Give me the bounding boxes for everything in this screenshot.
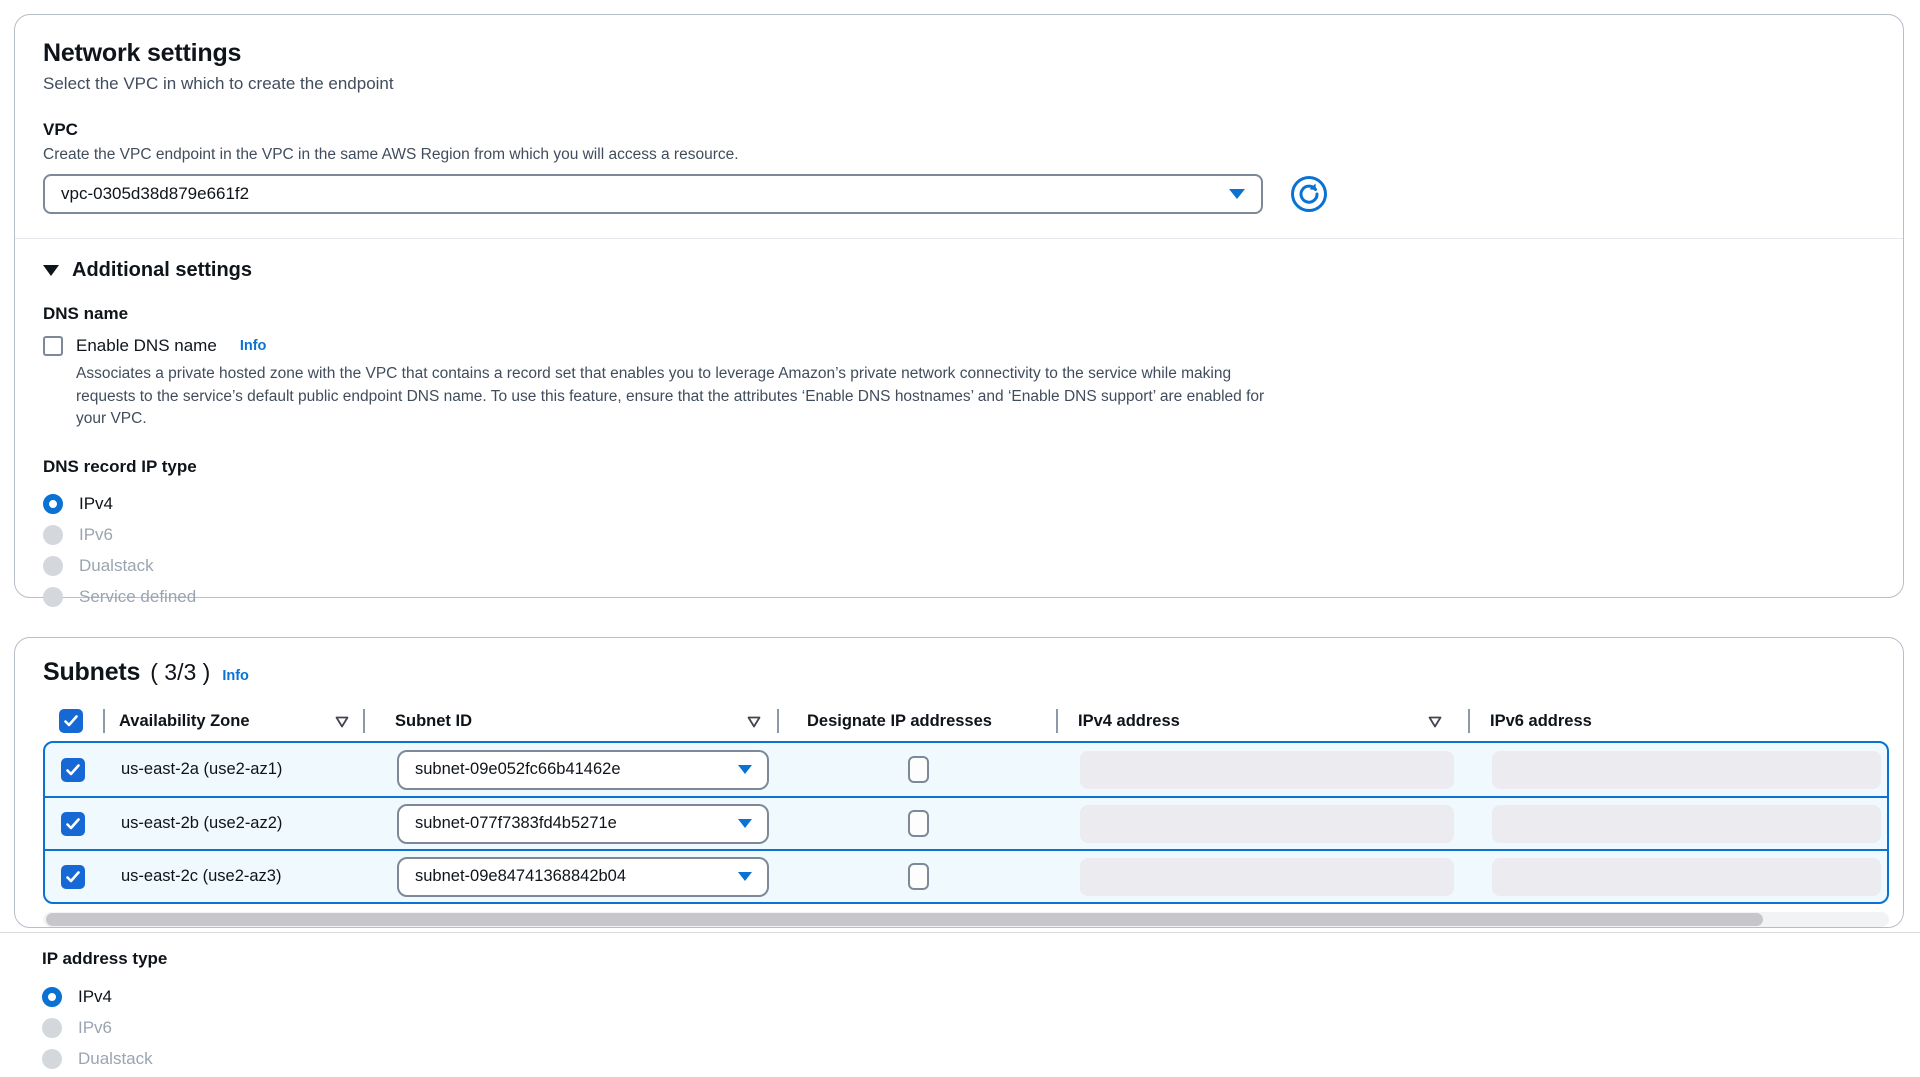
ipv4-address-input-disabled <box>1080 858 1454 896</box>
subnets-info-link[interactable]: Info <box>222 668 249 684</box>
dns-name-description: Associates a private hosted zone with th… <box>76 363 1266 431</box>
designate-ip-checkbox[interactable] <box>908 810 929 837</box>
subnet-id-select[interactable]: subnet-09e052fc66b41462e <box>397 750 769 790</box>
vpc-select-value: vpc-0305d38d879e661f2 <box>61 184 249 204</box>
vpc-label: VPC <box>43 120 1875 140</box>
radio-dns-ipv6: IPv6 <box>43 520 1875 551</box>
chevron-down-icon <box>738 872 752 881</box>
subnet-id-select[interactable]: subnet-09e84741368842b04 <box>397 857 769 897</box>
column-separator <box>103 709 105 733</box>
radio-dns-dualstack: Dualstack <box>43 551 1875 582</box>
col-header-availability-zone[interactable]: Availability Zone <box>103 708 363 734</box>
subnets-title: Subnets <box>43 658 140 687</box>
scrollbar-thumb[interactable] <box>46 913 1763 926</box>
network-settings-title: Network settings <box>43 39 1875 68</box>
filter-icon[interactable] <box>1428 714 1442 733</box>
column-separator <box>363 709 365 733</box>
dns-record-ip-type-group: IPv4 IPv6 Dualstack Service defined <box>43 489 1875 613</box>
horizontal-scrollbar[interactable] <box>43 912 1889 927</box>
row-checkbox[interactable] <box>61 758 85 782</box>
radio-ip-dualstack: Dualstack <box>42 1043 1920 1074</box>
table-row: us-east-2a (use2-az1) subnet-09e052fc66b… <box>45 743 1887 796</box>
col-header-ipv6-address: IPv6 address <box>1468 708 1889 734</box>
filter-icon[interactable] <box>335 714 349 733</box>
subnets-table-header: Availability Zone Subnet ID Designate IP… <box>43 701 1889 741</box>
radio-disabled-icon <box>43 556 63 576</box>
enable-dns-name-label: Enable DNS name <box>76 336 217 356</box>
vpc-select[interactable]: vpc-0305d38d879e661f2 <box>43 174 1263 214</box>
ip-address-type-group: IPv4 IPv6 Dualstack <box>42 981 1920 1074</box>
radio-disabled-icon <box>42 1018 62 1038</box>
designate-ip-checkbox[interactable] <box>908 863 929 890</box>
row-checkbox[interactable] <box>61 812 85 836</box>
availability-zone-value: us-east-2c (use2-az3) <box>105 867 365 886</box>
availability-zone-value: us-east-2b (use2-az2) <box>105 814 365 833</box>
chevron-down-icon <box>1229 189 1245 199</box>
divider <box>15 238 1903 239</box>
subnet-id-value: subnet-09e052fc66b41462e <box>415 760 621 779</box>
radio-disabled-icon <box>43 587 63 607</box>
availability-zone-value: us-east-2a (use2-az1) <box>105 760 365 779</box>
filter-icon[interactable] <box>747 714 761 733</box>
subnet-id-select[interactable]: subnet-077f7383fd4b5271e <box>397 804 769 844</box>
dns-name-info-link[interactable]: Info <box>240 338 267 354</box>
radio-ip-ipv4[interactable]: IPv4 <box>42 981 1920 1012</box>
enable-dns-name-checkbox[interactable] <box>43 336 63 356</box>
radio-dns-ipv4[interactable]: IPv4 <box>43 489 1875 520</box>
radio-selected-icon <box>43 494 63 514</box>
refresh-button[interactable] <box>1289 174 1329 214</box>
ipv4-address-input-disabled <box>1080 751 1454 789</box>
select-all-checkbox[interactable] <box>59 709 83 733</box>
refresh-icon <box>1289 202 1329 217</box>
network-settings-card: Network settings Select the VPC in which… <box>14 14 1904 598</box>
triangle-down-icon <box>43 265 59 276</box>
radio-disabled-icon <box>43 525 63 545</box>
chevron-down-icon <box>738 765 752 774</box>
designate-ip-checkbox[interactable] <box>908 756 929 783</box>
table-row: us-east-2c (use2-az3) subnet-09e84741368… <box>45 849 1887 902</box>
radio-ip-ipv6: IPv6 <box>42 1012 1920 1043</box>
ipv6-address-input-disabled <box>1492 858 1881 896</box>
additional-settings-toggle[interactable]: Additional settings <box>43 259 1875 282</box>
subnets-selected-rows-group: us-east-2a (use2-az1) subnet-09e052fc66b… <box>43 741 1889 904</box>
subnets-card: Subnets ( 3/3 ) Info Availability Zone S… <box>14 637 1904 928</box>
ip-address-type-label: IP address type <box>42 949 1920 969</box>
ipv4-address-input-disabled <box>1080 805 1454 843</box>
row-checkbox[interactable] <box>61 865 85 889</box>
ip-address-type-section: IP address type IPv4 IPv6 Dualstack <box>0 932 1920 1074</box>
radio-disabled-icon <box>42 1049 62 1069</box>
dns-record-ip-type-label: DNS record IP type <box>43 457 1875 477</box>
column-separator <box>1468 709 1470 733</box>
ipv6-address-input-disabled <box>1492 751 1881 789</box>
radio-dns-service-defined: Service defined <box>43 582 1875 613</box>
additional-settings-title: Additional settings <box>72 259 252 282</box>
radio-selected-icon <box>42 987 62 1007</box>
chevron-down-icon <box>738 819 752 828</box>
col-header-ipv4-address[interactable]: IPv4 address <box>1056 708 1468 734</box>
dns-name-label: DNS name <box>43 304 1875 324</box>
subnet-id-value: subnet-077f7383fd4b5271e <box>415 814 617 833</box>
subnets-count: ( 3/3 ) <box>150 659 210 686</box>
subnet-id-value: subnet-09e84741368842b04 <box>415 867 626 886</box>
vpc-description: Create the VPC endpoint in the VPC in th… <box>43 146 1875 164</box>
network-settings-subtitle: Select the VPC in which to create the en… <box>43 74 1875 94</box>
col-header-subnet-id[interactable]: Subnet ID <box>363 708 777 734</box>
table-row: us-east-2b (use2-az2) subnet-077f7383fd4… <box>45 796 1887 849</box>
column-separator <box>1056 709 1058 733</box>
col-header-designate-ip: Designate IP addresses <box>777 708 1056 734</box>
ipv6-address-input-disabled <box>1492 805 1881 843</box>
column-separator <box>777 709 779 733</box>
